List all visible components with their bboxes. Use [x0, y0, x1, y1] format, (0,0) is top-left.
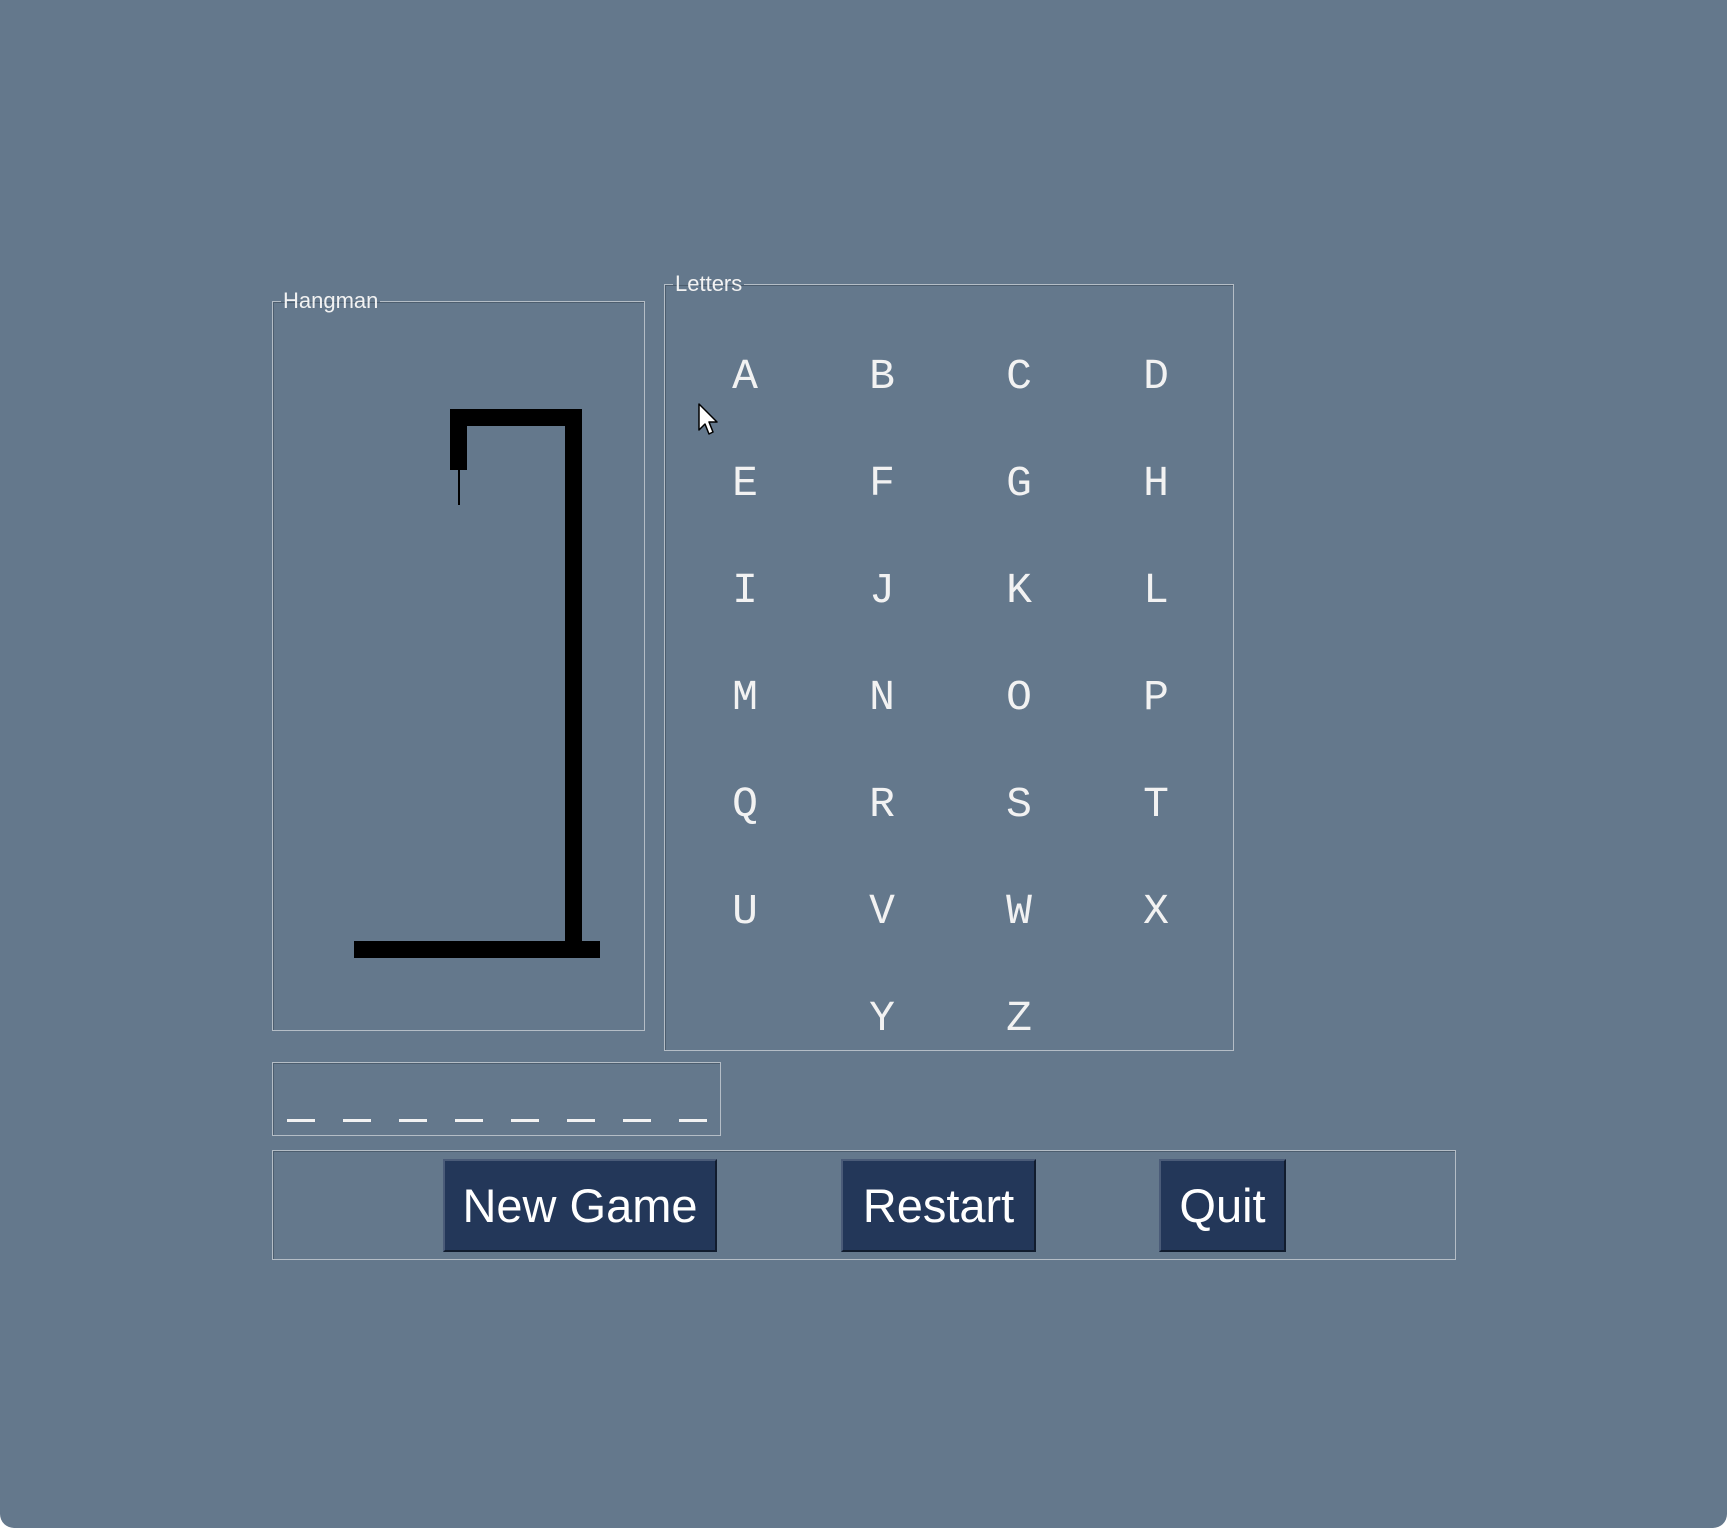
letter-button-n[interactable]: N [837, 663, 927, 733]
game-window: Hangman Letters ABCD EFGH IJKL MNOP QRST UVWX… [0, 0, 1727, 1528]
restart-button[interactable]: Restart [841, 1159, 1036, 1252]
letter-button-u[interactable]: U [700, 877, 790, 947]
mouse-pointer-icon [698, 403, 718, 435]
letter-button-z[interactable]: Z [974, 984, 1064, 1054]
word-letter-slot [567, 1119, 595, 1122]
word-letter-slot [623, 1119, 651, 1122]
letter-button-d[interactable]: D [1111, 342, 1201, 412]
letter-button-y[interactable]: Y [837, 984, 927, 1054]
gallows-bracket [450, 409, 467, 470]
word-letter-slot [511, 1119, 539, 1122]
letter-button-j[interactable]: J [837, 556, 927, 626]
word-letter-slot [399, 1119, 427, 1122]
gallows-post [565, 409, 582, 958]
letters-panel: Letters ABCD EFGH IJKL MNOP QRST UVWX YZ [664, 272, 1234, 1051]
letter-button-e[interactable]: E [700, 449, 790, 519]
letter-button-k[interactable]: K [974, 556, 1064, 626]
letter-button-l[interactable]: L [1111, 556, 1201, 626]
gallows-beam [450, 409, 582, 426]
letter-button-h[interactable]: H [1111, 449, 1201, 519]
letter-button-x[interactable]: X [1111, 877, 1201, 947]
word-letter-slot [287, 1119, 315, 1122]
letter-button-f[interactable]: F [837, 449, 927, 519]
gallows-rope [458, 470, 460, 505]
letter-button-a[interactable]: A [700, 342, 790, 412]
letter-button-w[interactable]: W [974, 877, 1064, 947]
quit-button[interactable]: Quit [1159, 1159, 1286, 1252]
letter-button-b[interactable]: B [837, 342, 927, 412]
word-display [272, 1062, 721, 1136]
hangman-panel: Hangman [272, 289, 645, 1031]
button-bar: New Game Restart Quit [272, 1150, 1456, 1260]
letter-button-q[interactable]: Q [700, 770, 790, 840]
word-letter-slot [343, 1119, 371, 1122]
letter-button-o[interactable]: O [974, 663, 1064, 733]
letter-button-r[interactable]: R [837, 770, 927, 840]
letter-button-p[interactable]: P [1111, 663, 1201, 733]
gallows-drawing [354, 409, 600, 958]
gallows-base [354, 941, 600, 958]
hangman-panel-title: Hangman [283, 288, 379, 313]
new-game-button[interactable]: New Game [443, 1159, 717, 1252]
word-letter-slot [679, 1119, 707, 1122]
letter-button-m[interactable]: M [700, 663, 790, 733]
letter-button-i[interactable]: I [700, 556, 790, 626]
word-letter-slot [455, 1119, 483, 1122]
letters-panel-title: Letters [675, 271, 743, 296]
letter-button-g[interactable]: G [974, 449, 1064, 519]
letter-button-c[interactable]: C [974, 342, 1064, 412]
letter-button-t[interactable]: T [1111, 770, 1201, 840]
letter-button-v[interactable]: V [837, 877, 927, 947]
letter-button-s[interactable]: S [974, 770, 1064, 840]
